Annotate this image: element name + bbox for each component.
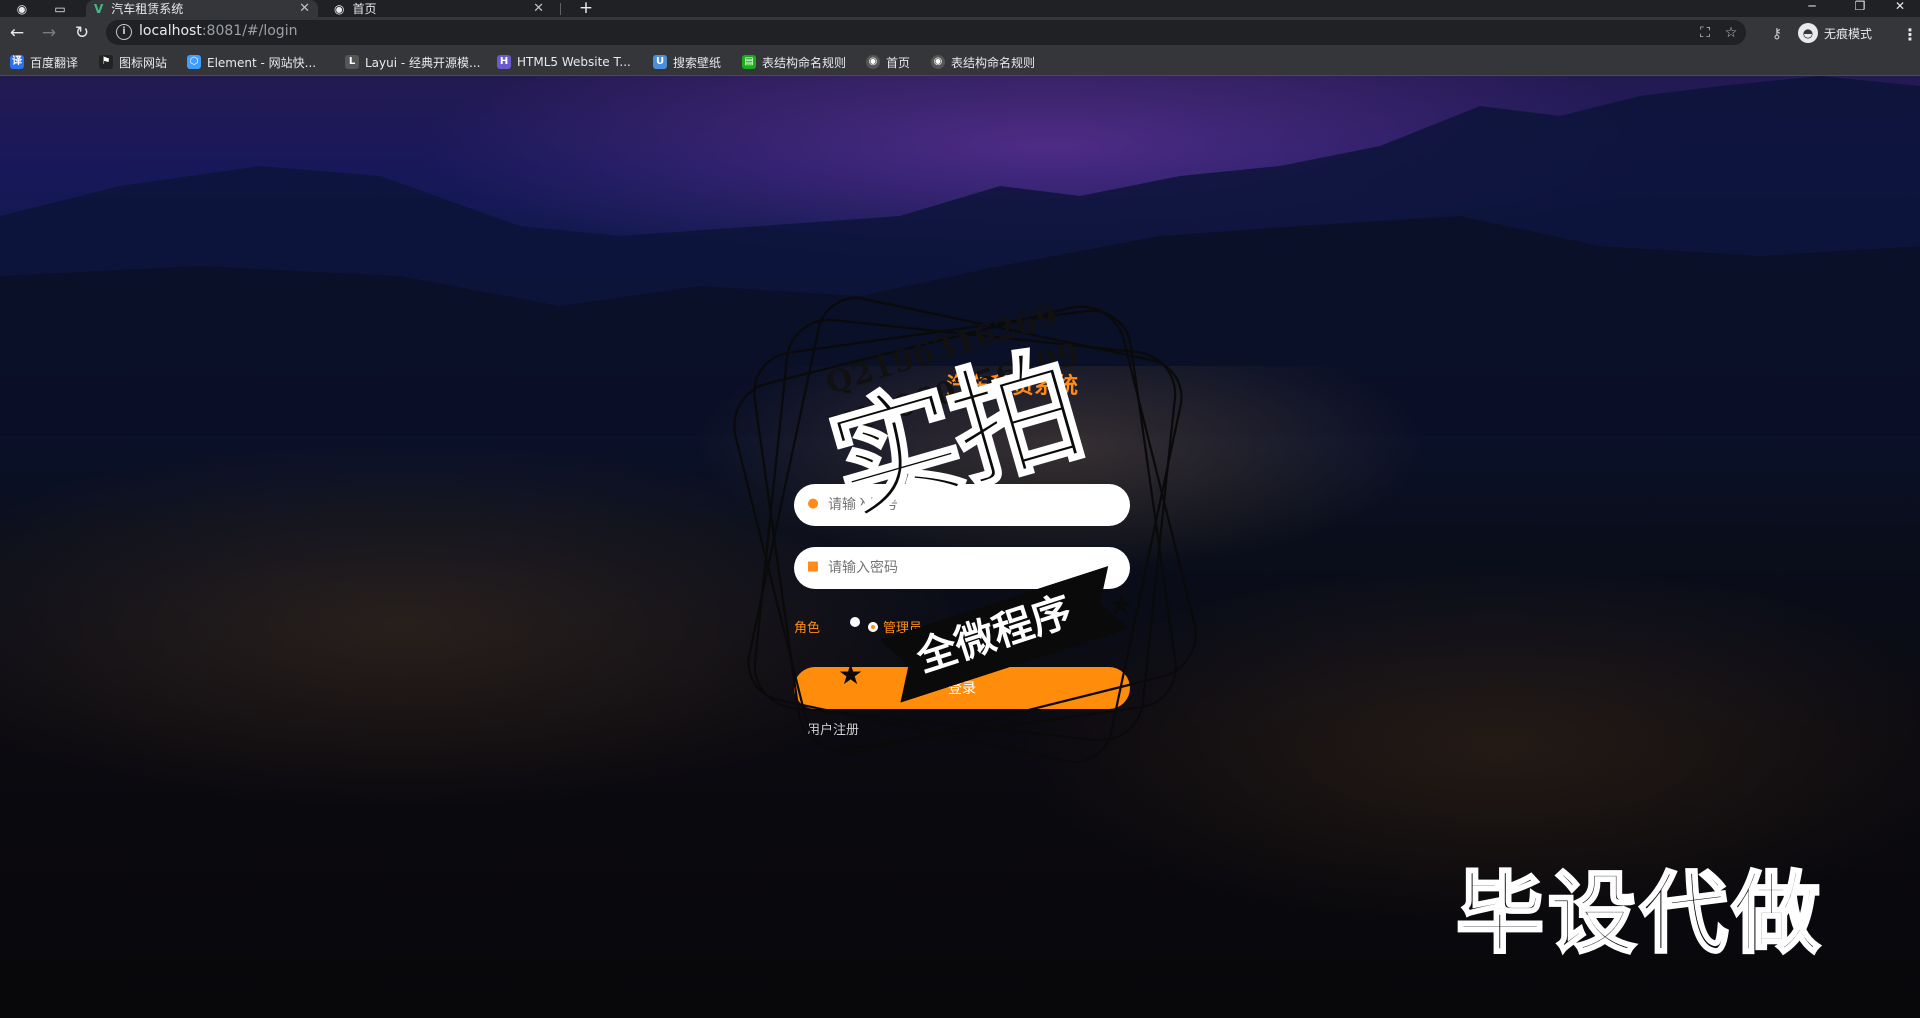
bookmark-item[interactable]: ⚑ 图标网站 [99, 53, 167, 71]
forward-arrow-icon[interactable]: → [38, 22, 60, 44]
tab-title: 汽车租赁系统 [111, 2, 184, 16]
close-icon[interactable]: ✕ [533, 1, 544, 16]
bookmark-label: 首页 [886, 55, 911, 70]
bookmark-item[interactable]: H HTML5 Website T... [497, 53, 631, 71]
close-icon[interactable]: ✕ [299, 1, 310, 16]
profile-label: 无痕模式 [1824, 26, 1873, 41]
bookmark-label: 表结构命名规则 [951, 55, 1036, 70]
address-bar[interactable]: i localhost:8081/#/login ⛶ ☆ [106, 20, 1746, 45]
layui-icon: L [345, 55, 359, 69]
bookmark-label: Layui - 经典开源模... [365, 55, 481, 70]
globe-icon: ◉ [866, 55, 880, 69]
menu-icon[interactable]: ⋮ [1902, 25, 1918, 44]
tab-home[interactable]: ◉ 首页 ✕ [326, 0, 552, 17]
star-icon: ★ [838, 658, 864, 691]
translate-icon[interactable]: ⛶ [1696, 24, 1714, 42]
incognito-icon: ◓ [1798, 23, 1818, 43]
reload-icon[interactable]: ↻ [71, 22, 93, 44]
bookmark-item[interactable]: U 搜索壁纸 [653, 53, 721, 71]
vue-logo-icon: V [94, 1, 104, 16]
watermark-bottom-text: 毕设代做 [1454, 862, 1825, 965]
tab-title: 首页 [352, 2, 377, 16]
bookmark-item[interactable]: L Layui - 经典开源模... [345, 53, 480, 71]
element-hexagon-icon: ⬡ [187, 55, 201, 69]
star-icon[interactable]: ☆ [1722, 24, 1740, 42]
bookmark-label: 表结构命名规则 [762, 55, 847, 70]
bookmark-label: Element - 网站快... [207, 55, 317, 70]
browser-toolbar: ← → ↻ i localhost:8081/#/login ⛶ ☆ ⚷ [0, 17, 1920, 48]
bookmark-label: HTML5 Website T... [517, 55, 631, 69]
bookmark-label: 搜索壁纸 [673, 55, 722, 70]
url-path: :8081/#/login [201, 23, 298, 39]
info-icon[interactable]: i [116, 24, 132, 40]
html5-template-icon: H [497, 55, 511, 69]
bookmark-item[interactable]: ◉ 表结构命名规则 [931, 53, 1035, 71]
star-icon: ★ [1108, 588, 1134, 621]
restore-button[interactable]: ❐ [1840, 0, 1880, 17]
bookmarks-bar: 译 百度翻译 ⚑ 图标网站 ⬡ Element - 网站快... L Layui… [0, 48, 1920, 76]
new-tab-button[interactable]: + [576, 0, 596, 17]
url-text[interactable]: localhost:8081/#/login [139, 23, 297, 39]
globe-icon: ◉ [931, 55, 945, 69]
translate-icon: 译 [10, 55, 24, 69]
tab-strip: ◉ ▭ V 汽车租赁系统 ✕ ◉ 首页 ✕ + ─ ❐ ✕ [0, 0, 1920, 17]
globe-icon: ◉ [334, 1, 345, 16]
window-icon[interactable]: ▭ [48, 0, 72, 17]
incognito-profile[interactable]: ◓ 无痕模式 [1798, 20, 1872, 46]
window-close-button[interactable]: ✕ [1880, 0, 1920, 17]
tab-car-rental[interactable]: V 汽车租赁系统 ✕ [86, 0, 318, 17]
globe-icon[interactable]: ◉ [10, 0, 34, 17]
bookmark-item[interactable]: ⬡ Element - 网站快... [187, 53, 316, 71]
bookmark-label: 百度翻译 [30, 55, 79, 70]
tab-divider [560, 3, 561, 15]
key-icon[interactable]: ⚷ [1768, 25, 1786, 43]
back-arrow-icon[interactable]: ← [6, 22, 28, 44]
wallpaper-icon: U [653, 55, 667, 69]
url-host: localhost [139, 23, 202, 39]
bookmark-item[interactable]: ▤ 表结构命名规则 [742, 53, 846, 71]
doc-icon: ▤ [742, 55, 756, 69]
bookmark-label: 图标网站 [119, 55, 168, 70]
bookmark-item[interactable]: 译 百度翻译 [10, 53, 78, 71]
bookmark-item[interactable]: ◉ 首页 [866, 53, 910, 71]
flag-icon: ⚑ [99, 55, 113, 69]
minimize-button[interactable]: ─ [1792, 0, 1832, 17]
